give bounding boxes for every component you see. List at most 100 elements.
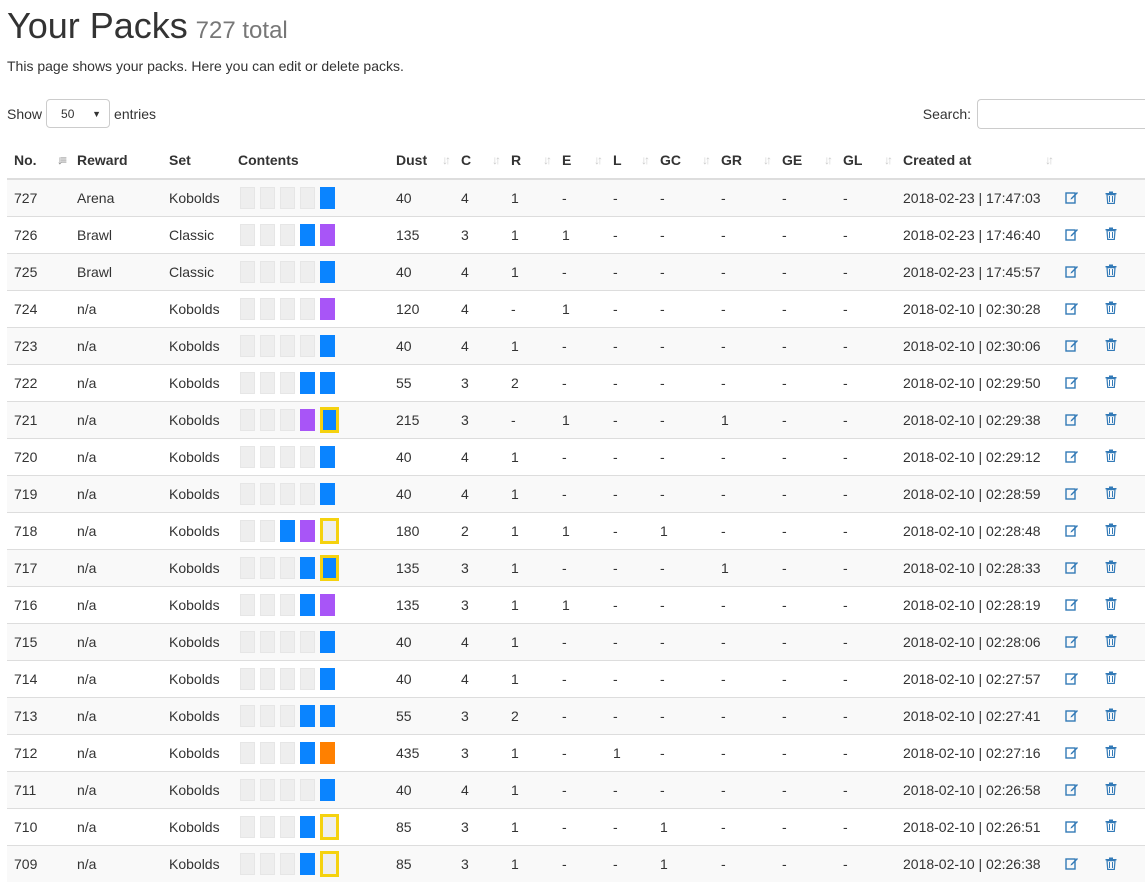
trash-icon[interactable]: [1103, 226, 1119, 242]
entries-select[interactable]: 50 ▼: [46, 99, 111, 128]
trash-icon[interactable]: [1103, 300, 1119, 316]
card-common: [240, 630, 255, 653]
column-header-label: E: [562, 152, 572, 168]
edit-icon[interactable]: [1064, 300, 1080, 316]
cell-no: 717: [7, 548, 70, 586]
cell-edit: [1057, 622, 1096, 660]
card-common: [260, 556, 275, 579]
card-rare: [280, 519, 295, 542]
trash-icon[interactable]: [1103, 485, 1119, 501]
cell-created: 2018-02-10 | 02:28:19: [896, 585, 1057, 623]
edit-icon[interactable]: [1064, 411, 1080, 427]
cell-gl: -: [836, 474, 896, 512]
edit-icon[interactable]: [1064, 374, 1080, 390]
cell-ge: -: [775, 474, 836, 512]
edit-icon[interactable]: [1064, 596, 1080, 612]
trash-icon[interactable]: [1103, 189, 1119, 205]
column-header-gl[interactable]: GL ↓↑: [836, 142, 896, 180]
cell-contents: [231, 252, 389, 290]
cell-edit: [1057, 215, 1096, 253]
column-header-gc[interactable]: GC ↓↑: [653, 142, 714, 180]
trash-icon[interactable]: [1103, 448, 1119, 464]
edit-icon[interactable]: [1064, 670, 1080, 686]
column-header-dust[interactable]: Dust ↓↑: [389, 142, 454, 180]
sort-icon: ↓↑: [884, 153, 893, 167]
edit-icon[interactable]: [1064, 522, 1080, 538]
trash-icon[interactable]: [1103, 670, 1119, 686]
card-common: [260, 297, 275, 320]
cell-dust: 55: [389, 363, 454, 401]
table-row: 727 Arena Kobolds 40 4 1- - - - - -2018-02-23 | 17…: [7, 178, 1145, 216]
column-header-gr[interactable]: GR ↓↑: [714, 142, 775, 180]
trash-icon[interactable]: [1103, 818, 1119, 834]
column-header-c[interactable]: C ↓↑: [454, 142, 504, 180]
cell-l: 1: [606, 733, 653, 771]
search-input[interactable]: [977, 99, 1145, 129]
edit-icon[interactable]: [1064, 337, 1080, 353]
column-header-no[interactable]: No. ↓≡: [7, 142, 70, 180]
edit-icon[interactable]: [1064, 448, 1080, 464]
cell-set: Classic: [162, 252, 231, 290]
edit-icon[interactable]: [1064, 189, 1080, 205]
cell-r: 1: [504, 622, 555, 660]
cell-reward: n/a: [70, 474, 162, 512]
column-header-e[interactable]: E ↓↑: [555, 142, 606, 180]
column-header-created[interactable]: Created at ↓↑: [896, 142, 1057, 180]
column-header-label: GR: [721, 152, 742, 168]
card-rare: [320, 445, 335, 468]
cell-c: 4: [454, 178, 504, 216]
sort-icon: ↓↑: [492, 153, 501, 167]
cell-gl: -: [836, 289, 896, 327]
trash-icon[interactable]: [1103, 559, 1119, 575]
cell-edit: [1057, 844, 1096, 882]
cell-no: 711: [7, 770, 70, 808]
edit-icon[interactable]: [1064, 707, 1080, 723]
cell-e: -: [555, 252, 606, 290]
card-common: [260, 334, 275, 357]
cell-set: Kobolds: [162, 511, 231, 549]
cell-e: -: [555, 178, 606, 216]
column-header-r[interactable]: R ↓↑: [504, 142, 555, 180]
edit-icon[interactable]: [1064, 485, 1080, 501]
trash-icon[interactable]: [1103, 411, 1119, 427]
cell-dust: 40: [389, 437, 454, 475]
trash-icon[interactable]: [1103, 374, 1119, 390]
trash-icon[interactable]: [1103, 855, 1119, 871]
column-header-l[interactable]: L ↓↑: [606, 142, 653, 180]
cell-set: Kobolds: [162, 770, 231, 808]
cell-no: 718: [7, 511, 70, 549]
edit-icon[interactable]: [1064, 633, 1080, 649]
cell-e: -: [555, 659, 606, 697]
cell-gc: -: [653, 178, 714, 216]
cell-gr: -: [714, 437, 775, 475]
trash-icon[interactable]: [1103, 781, 1119, 797]
cell-gc: -: [653, 437, 714, 475]
cell-created: 2018-02-10 | 02:29:12: [896, 437, 1057, 475]
cell-set: Kobolds: [162, 400, 231, 438]
trash-icon[interactable]: [1103, 522, 1119, 538]
trash-icon[interactable]: [1103, 337, 1119, 353]
card-common: [280, 593, 295, 616]
edit-icon[interactable]: [1064, 818, 1080, 834]
trash-icon[interactable]: [1103, 263, 1119, 279]
pack-contents: [238, 741, 389, 764]
card-common: [240, 371, 255, 394]
cell-reward: n/a: [70, 844, 162, 882]
edit-icon[interactable]: [1064, 781, 1080, 797]
edit-icon[interactable]: [1064, 226, 1080, 242]
cell-dust: 85: [389, 807, 454, 845]
edit-icon[interactable]: [1064, 744, 1080, 760]
trash-icon[interactable]: [1103, 707, 1119, 723]
edit-icon[interactable]: [1064, 559, 1080, 575]
column-header-label: Reward: [77, 152, 128, 168]
trash-icon[interactable]: [1103, 744, 1119, 760]
trash-icon[interactable]: [1103, 633, 1119, 649]
edit-icon[interactable]: [1064, 855, 1080, 871]
trash-icon[interactable]: [1103, 596, 1119, 612]
cell-l: -: [606, 511, 653, 549]
cell-set: Kobolds: [162, 326, 231, 364]
column-header-reward: Reward: [70, 142, 162, 180]
column-header-ge[interactable]: GE ↓↑: [775, 142, 836, 180]
edit-icon[interactable]: [1064, 263, 1080, 279]
cell-ge: -: [775, 326, 836, 364]
